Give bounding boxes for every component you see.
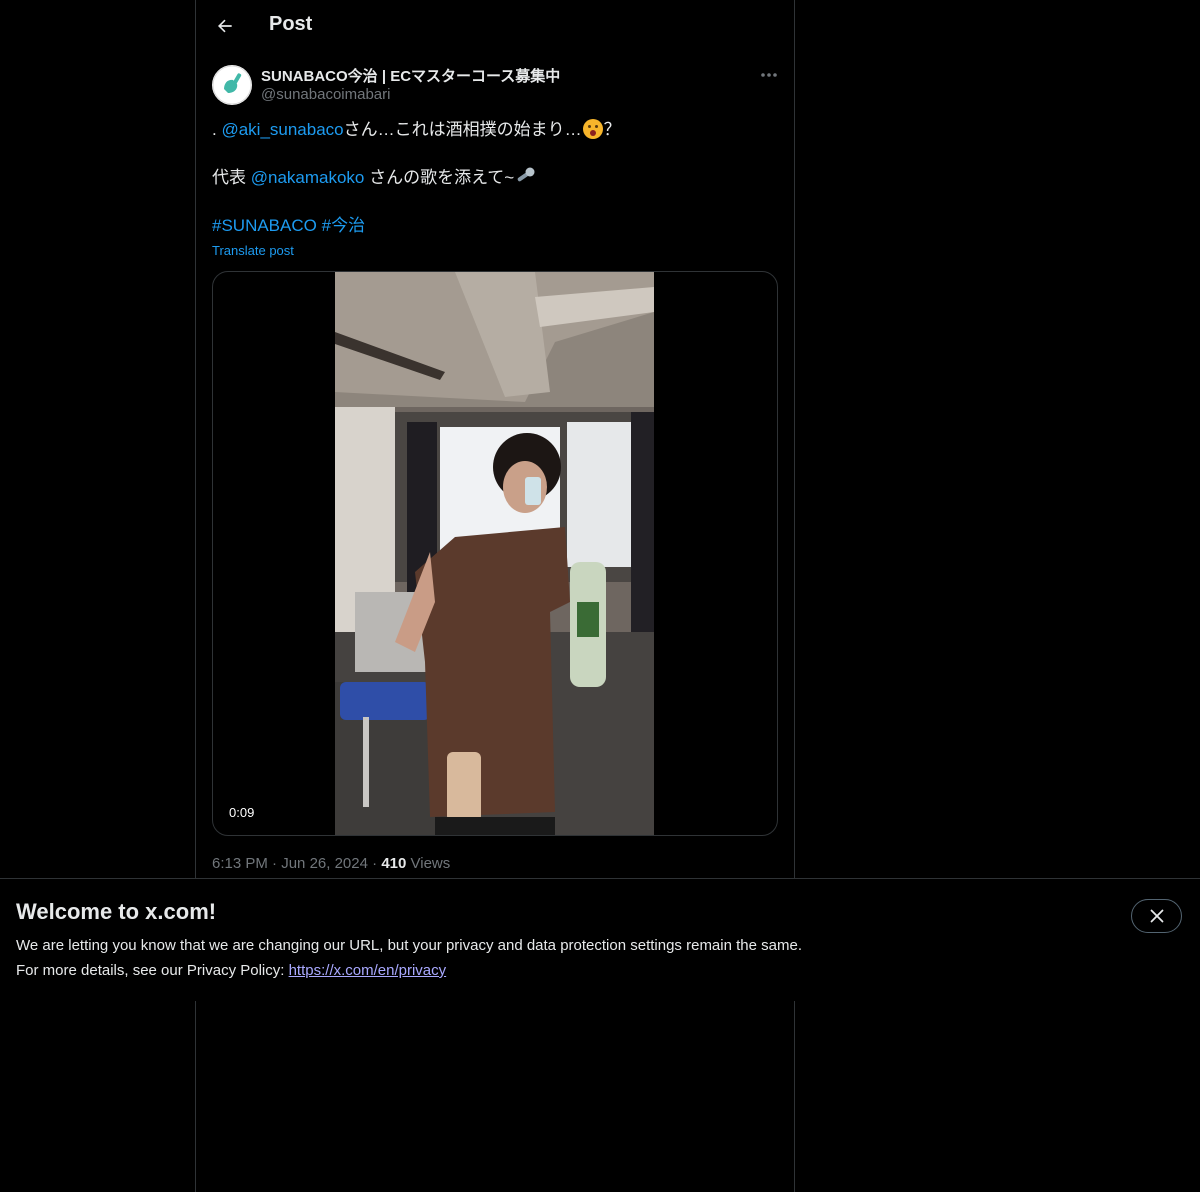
more-options-button[interactable]	[754, 64, 784, 86]
top-bar: Post	[196, 0, 794, 53]
hashtag-link[interactable]: #SUNABACO	[212, 216, 317, 235]
tweet-line-2: 代表 @nakamakoko さんの歌を添えて~	[212, 166, 778, 190]
tweet-text: . @aki_sunabacoさん…これは酒相撲の始まり…？ 代表 @nakam…	[212, 118, 778, 238]
close-banner-button[interactable]	[1131, 899, 1182, 933]
post-time[interactable]: 6:13 PM	[212, 855, 268, 872]
banner-privacy-text: For more details, see our Privacy Policy…	[16, 962, 289, 979]
mention-link[interactable]: @aki_sunabaco	[221, 120, 343, 139]
tweet-line-1: . @aki_sunabacoさん…これは酒相撲の始まり…？	[212, 118, 778, 142]
welcome-banner: Welcome to x.com! We are letting you kno…	[0, 878, 1200, 1001]
ellipsis-icon	[761, 73, 777, 77]
banner-title: Welcome to x.com!	[16, 899, 217, 924]
video-frame	[335, 272, 654, 835]
back-button[interactable]	[208, 9, 242, 43]
author-name[interactable]: SUNABACO今治 | ECマスターコース募集中	[261, 65, 560, 86]
text-fragment: ？	[603, 120, 621, 139]
post-metadata: 6:13 PM · Jun 26, 2024 · 410 Views	[212, 855, 450, 872]
privacy-policy-link[interactable]: https://x.com/en/privacy	[289, 962, 447, 979]
video-duration: 0:09	[223, 803, 261, 822]
views-count: 410	[381, 855, 407, 872]
text-fragment: さん…これは酒相撲の始まり…	[343, 120, 582, 139]
banner-message: We are letting you know that we are chan…	[16, 937, 802, 954]
close-icon	[1150, 909, 1163, 923]
separator: ·	[272, 855, 278, 872]
views-label: Views	[410, 855, 451, 872]
mention-link[interactable]: @nakamakoko	[251, 168, 365, 187]
arrow-left-icon	[218, 19, 232, 33]
translate-post-link[interactable]: Translate post	[212, 243, 294, 258]
banner-privacy-line: For more details, see our Privacy Policy…	[16, 962, 446, 979]
text-fragment: 代表	[212, 168, 251, 187]
hashtag-link[interactable]: #今治	[322, 216, 365, 235]
main-column: Post SUNABACO今治 | ECマスターコース募集中 @sunabaco…	[195, 0, 795, 1192]
post-date[interactable]: Jun 26, 2024	[281, 855, 368, 872]
tweet-hashtags: #SUNABACO #今治	[212, 214, 778, 238]
text-fragment: さんの歌を添えて~	[364, 168, 515, 187]
shovel-logo-icon	[212, 65, 252, 105]
page-title: Post	[269, 13, 313, 35]
flushed-face-emoji-icon	[582, 119, 603, 139]
microphone-emoji-icon	[517, 167, 535, 182]
author-handle[interactable]: @sunabacoimabari	[261, 86, 390, 103]
separator: ·	[372, 855, 378, 872]
avatar[interactable]	[212, 65, 252, 105]
video-player[interactable]: 0:09	[212, 271, 778, 836]
